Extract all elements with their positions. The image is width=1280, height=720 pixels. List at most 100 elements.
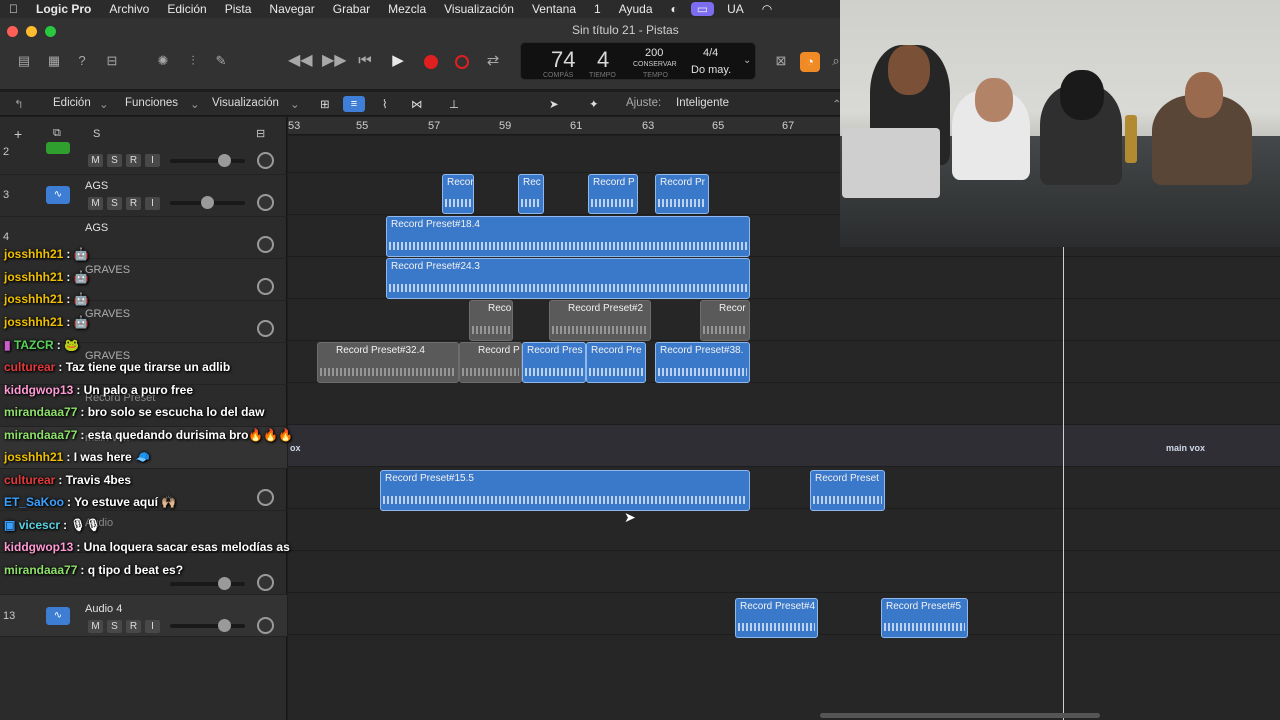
pan-knob[interactable] (257, 617, 274, 634)
pan-knob[interactable] (257, 320, 274, 337)
audio-region[interactable]: Record Preset#4 (735, 598, 818, 638)
track-row[interactable]: GRAVES (0, 259, 287, 301)
pan-knob[interactable] (257, 152, 274, 169)
audio-region[interactable]: Record Preset#32.4 (317, 342, 459, 383)
audio-region[interactable]: Record Preset#15.5 (380, 470, 750, 511)
track-row[interactable]: GRAVES (0, 301, 287, 343)
wifi-icon[interactable]: ◠ (753, 2, 781, 16)
track-lane[interactable]: ox main vox (288, 425, 1280, 467)
mute-button[interactable]: M (88, 197, 103, 210)
menu-pista[interactable]: Pista (216, 2, 261, 16)
track-name[interactable]: Record Preset (85, 392, 155, 404)
mute-button[interactable]: M (88, 154, 103, 167)
lcd-display[interactable]: 74 4 COMPÁS TIEMPO 200 CONSERVAR TEMPO 4… (520, 42, 756, 80)
menu-app[interactable]: Logic Pro (27, 2, 100, 16)
audio-region[interactable]: Record Preset#24.3 (386, 258, 750, 299)
volume-fader[interactable] (170, 577, 245, 590)
audio-region[interactable]: Record Pr (655, 174, 709, 214)
fader-knob[interactable] (218, 154, 231, 167)
collapse-icon[interactable]: ⊟ (256, 127, 265, 140)
pencil-tool-icon[interactable]: ✦ (589, 97, 599, 111)
replace-record-icon[interactable] (455, 55, 469, 69)
cycle-icon[interactable]: ⇄ (483, 52, 503, 70)
pan-knob[interactable] (257, 574, 274, 591)
solo-button[interactable]: S (107, 154, 122, 167)
add-track-button[interactable]: + (14, 126, 22, 142)
track-name[interactable]: GRAVES (85, 350, 130, 362)
solo-button[interactable]: S (107, 197, 122, 210)
toolbar-icon[interactable]: ⊟ (102, 52, 122, 70)
menu-1[interactable]: 1 (585, 2, 610, 16)
track-name[interactable]: AGS (85, 180, 108, 192)
back-icon[interactable]: ↰ (14, 97, 24, 111)
track-name[interactable]: main vox (85, 432, 129, 444)
menu-edicion[interactable]: Edición (158, 2, 215, 16)
metronome-icon[interactable]: ◔ (800, 52, 820, 72)
lcd-tempo[interactable]: 200 (645, 47, 663, 59)
record-enable-button[interactable]: R (126, 620, 141, 633)
global-solo-button[interactable]: S (93, 128, 100, 140)
pan-knob[interactable] (257, 236, 274, 253)
menu-visualizacion[interactable]: Visualización (435, 2, 523, 16)
playhead[interactable] (1063, 247, 1064, 720)
menu-ayuda[interactable]: Ayuda (610, 2, 662, 16)
pan-knob[interactable] (257, 489, 274, 506)
menu-ua[interactable]: UA (718, 2, 753, 16)
lcd-signature[interactable]: 4/4 (703, 47, 718, 59)
menu-ventana[interactable]: Ventana (523, 2, 585, 16)
audio-region[interactable]: Recor (700, 300, 750, 341)
record-button[interactable] (424, 55, 438, 69)
minimize-window-icon[interactable] (26, 26, 37, 37)
audio-region[interactable]: Record P (459, 342, 522, 383)
view-menu[interactable]: Visualización (212, 97, 279, 109)
record-enable-button[interactable]: R (126, 197, 141, 210)
apple-icon[interactable]:  (0, 2, 27, 16)
fader-knob[interactable] (218, 619, 231, 632)
track-lane[interactable] (288, 299, 1280, 341)
lcd-key[interactable]: Do may. (691, 64, 731, 76)
track-row[interactable]: 2 MSRI (0, 142, 287, 175)
audio-region[interactable]: Record Preset#38. (655, 342, 750, 383)
record-enable-button[interactable]: R (126, 154, 141, 167)
track-row[interactable]: 4 AGS (0, 217, 287, 259)
audio-region[interactable]: Record Preset#18.4 (386, 216, 750, 257)
track-row[interactable]: Record Preset (0, 385, 287, 427)
snap-select[interactable]: Inteligente (676, 97, 729, 109)
flex-icon[interactable]: ⋈ (411, 97, 423, 111)
track-row[interactable] (0, 469, 287, 511)
play-icon[interactable]: ▶ (388, 52, 408, 70)
track-row[interactable]: GRAVES (0, 343, 287, 385)
functions-menu[interactable]: Funciones (125, 97, 178, 109)
menu-mezcla[interactable]: Mezcla (379, 2, 435, 16)
list-editors-icon[interactable]: ⊠ (771, 52, 791, 70)
track-name[interactable]: GRAVES (85, 308, 130, 320)
track-lane[interactable] (288, 509, 1280, 551)
library-icon[interactable]: ▤ (14, 52, 34, 70)
zoom-window-icon[interactable] (45, 26, 56, 37)
track-name[interactable]: Audio 4 (85, 603, 122, 615)
mixer-icon[interactable]: ⫶ (183, 52, 203, 70)
track-row[interactable]: Audio (0, 511, 287, 553)
grid-view-icon[interactable]: ⊞ (320, 97, 330, 111)
menu-archivo[interactable]: Archivo (100, 2, 158, 16)
status-icon[interactable]: ◐ (662, 2, 687, 16)
fast-forward-icon[interactable]: ▶▶ (322, 52, 347, 70)
audio-region[interactable]: Record Pres (522, 342, 586, 383)
bar-ruler[interactable]: 53 55 57 59 61 63 65 67 (288, 117, 840, 135)
control-center-icon[interactable]: ▭ (690, 2, 715, 16)
solo-button[interactable]: S (107, 620, 122, 633)
fader-knob[interactable] (218, 577, 231, 590)
track-name[interactable]: GRAVES (85, 264, 130, 276)
automation-icon[interactable]: ⌇ (382, 97, 388, 111)
audio-region[interactable]: Record Preset#5 (881, 598, 968, 638)
rewind-icon[interactable]: ◀◀ (288, 52, 313, 70)
pointer-tool-icon[interactable]: ➤ (549, 97, 559, 111)
fader-knob[interactable] (201, 196, 214, 209)
chevron-down-icon[interactable]: ⌄ (743, 55, 751, 66)
menu-navegar[interactable]: Navegar (260, 2, 323, 16)
horizontal-scrollbar[interactable] (820, 713, 1100, 718)
inspector-icon[interactable]: ▦ (44, 52, 64, 70)
mute-button[interactable]: M (88, 620, 103, 633)
input-monitor-button[interactable]: I (145, 154, 160, 167)
close-window-icon[interactable] (7, 26, 18, 37)
